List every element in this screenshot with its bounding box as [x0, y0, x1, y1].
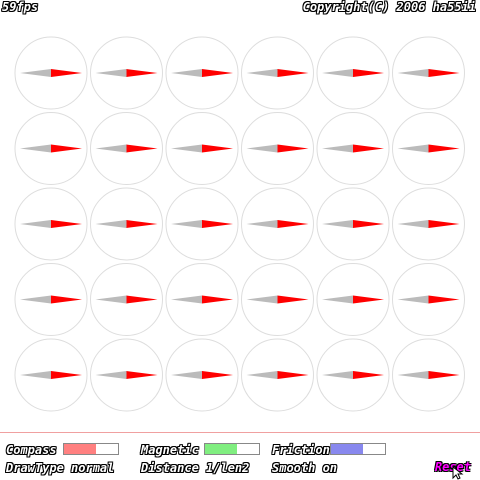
magnetic-slider[interactable]: [204, 443, 260, 455]
distance-toggle[interactable]: Distance 1/len2: [141, 462, 249, 474]
smooth-toggle[interactable]: Smooth on: [272, 462, 337, 474]
compass-grid[interactable]: [0, 0, 480, 432]
friction-slider[interactable]: [330, 443, 386, 455]
compass-r1-c3[interactable]: [165, 36, 239, 110]
friction-label: Friction: [272, 443, 330, 457]
friction-slider-fill: [331, 444, 364, 454]
compass-r2-c1[interactable]: [14, 112, 88, 185]
compass-r5-c5[interactable]: [316, 338, 390, 412]
compass-r3-c1[interactable]: [14, 187, 88, 261]
compass-r1-c2[interactable]: [90, 36, 163, 110]
compass-r3-c2[interactable]: [90, 187, 163, 261]
compass-r4-c2[interactable]: [90, 263, 163, 336]
compass-r2-c5[interactable]: [316, 112, 390, 185]
compass-r2-c6[interactable]: [392, 112, 465, 185]
compass-r2-c2[interactable]: [90, 112, 163, 185]
compass-r4-c6[interactable]: [392, 263, 465, 336]
compass-r1-c4[interactable]: [241, 36, 314, 110]
compass-r5-c3[interactable]: [165, 338, 239, 412]
compass-r4-c4[interactable]: [241, 263, 314, 336]
fps-counter: 59fps: [2, 0, 39, 14]
compass-r3-c5[interactable]: [316, 187, 390, 261]
compass-slider[interactable]: [63, 443, 119, 455]
draw-type-toggle[interactable]: DrawType normal: [6, 462, 114, 474]
compass-r5-c4[interactable]: [241, 338, 314, 412]
compass-r1-c5[interactable]: [316, 36, 390, 110]
mouse-cursor-icon: [452, 466, 464, 480]
compass-r3-c4[interactable]: [241, 187, 314, 261]
compass-r1-c1[interactable]: [14, 36, 88, 110]
compass-r5-c1[interactable]: [14, 338, 88, 412]
compass-r3-c3[interactable]: [165, 187, 239, 261]
compass-r2-c4[interactable]: [241, 112, 314, 185]
compass-r4-c1[interactable]: [14, 263, 88, 336]
copyright-notice: Copyright(C) 2006 ha55ii: [302, 0, 476, 14]
compass-label: Compass: [6, 443, 57, 457]
compass-r4-c5[interactable]: [316, 263, 390, 336]
compass-r1-c6[interactable]: [392, 36, 465, 110]
panel-divider: [0, 432, 480, 433]
compass-r4-c3[interactable]: [165, 263, 239, 336]
compass-slider-fill: [64, 444, 97, 454]
compass-r3-c6[interactable]: [392, 187, 465, 261]
magnetic-slider-fill: [205, 444, 238, 454]
compass-r5-c6[interactable]: [392, 338, 465, 412]
compass-r5-c2[interactable]: [90, 338, 163, 412]
compass-r2-c3[interactable]: [165, 112, 239, 185]
magnetic-label: Magnetic: [141, 443, 199, 457]
